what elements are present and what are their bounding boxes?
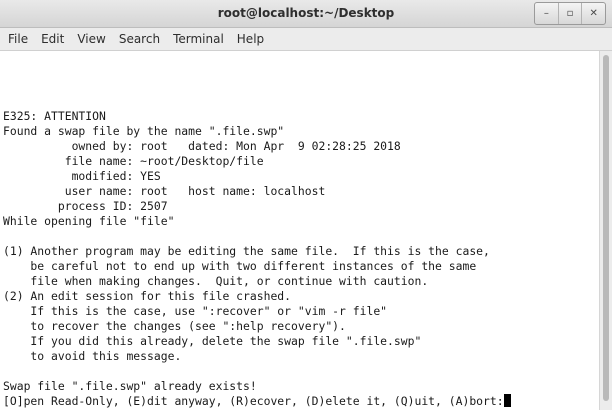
title-bar[interactable]: root@localhost:~/Desktop – ▫ ✕ xyxy=(0,0,612,28)
terminal-line: If you did this already, delete the swap… xyxy=(3,334,422,348)
menu-view[interactable]: View xyxy=(72,32,110,46)
menu-bar: File Edit View Search Terminal Help xyxy=(0,28,612,51)
menu-search[interactable]: Search xyxy=(114,32,165,46)
maximize-button[interactable]: ▫ xyxy=(557,3,582,24)
menu-terminal[interactable]: Terminal xyxy=(168,32,229,46)
terminal-line: user name: root host name: localhost xyxy=(3,184,326,198)
terminal-output: E325: ATTENTION Found a swap file by the… xyxy=(3,109,511,409)
menu-edit[interactable]: Edit xyxy=(36,32,69,46)
window-controls: – ▫ ✕ xyxy=(534,2,606,25)
terminal-line: If this is the case, use ":recover" or "… xyxy=(3,304,388,318)
terminal-line: E325: ATTENTION xyxy=(3,109,106,123)
terminal-line: owned by: root dated: Mon Apr 9 02:28:25… xyxy=(3,139,401,153)
terminal-line: file name: ~root/Desktop/file xyxy=(3,154,264,168)
terminal-line: to avoid this message. xyxy=(3,349,182,363)
window-title: root@localhost:~/Desktop xyxy=(217,6,395,20)
scrollbar[interactable] xyxy=(599,51,612,410)
terminal-line: to recover the changes (see ":help recov… xyxy=(3,319,346,333)
terminal-line: Found a swap file by the name ".file.swp… xyxy=(3,124,285,138)
scrollbar-thumb[interactable] xyxy=(603,55,609,401)
terminal-line: Swap file ".file.swp" already exists! xyxy=(3,379,257,393)
terminal-line: be careful not to end up with two differ… xyxy=(3,259,477,273)
terminal-line: process ID: 2507 xyxy=(3,199,168,213)
terminal-line: (1) Another program may be editing the s… xyxy=(3,244,490,258)
text-cursor xyxy=(503,394,511,407)
terminal-line: modified: YES xyxy=(3,169,161,183)
terminal-window: root@localhost:~/Desktop – ▫ ✕ File Edit… xyxy=(0,0,612,410)
menu-help[interactable]: Help xyxy=(232,32,269,46)
terminal-line: While opening file "file" xyxy=(3,214,175,228)
close-button[interactable]: ✕ xyxy=(581,3,605,24)
terminal-line: file when making changes. Quit, or conti… xyxy=(3,274,429,288)
minimize-button[interactable]: – xyxy=(535,3,558,24)
menu-file[interactable]: File xyxy=(3,32,33,46)
terminal-line: (2) An edit session for this file crashe… xyxy=(3,289,292,303)
terminal-area[interactable]: E325: ATTENTION Found a swap file by the… xyxy=(0,51,599,410)
prompt-line: [O]pen Read-Only, (E)dit anyway, (R)ecov… xyxy=(3,394,504,408)
